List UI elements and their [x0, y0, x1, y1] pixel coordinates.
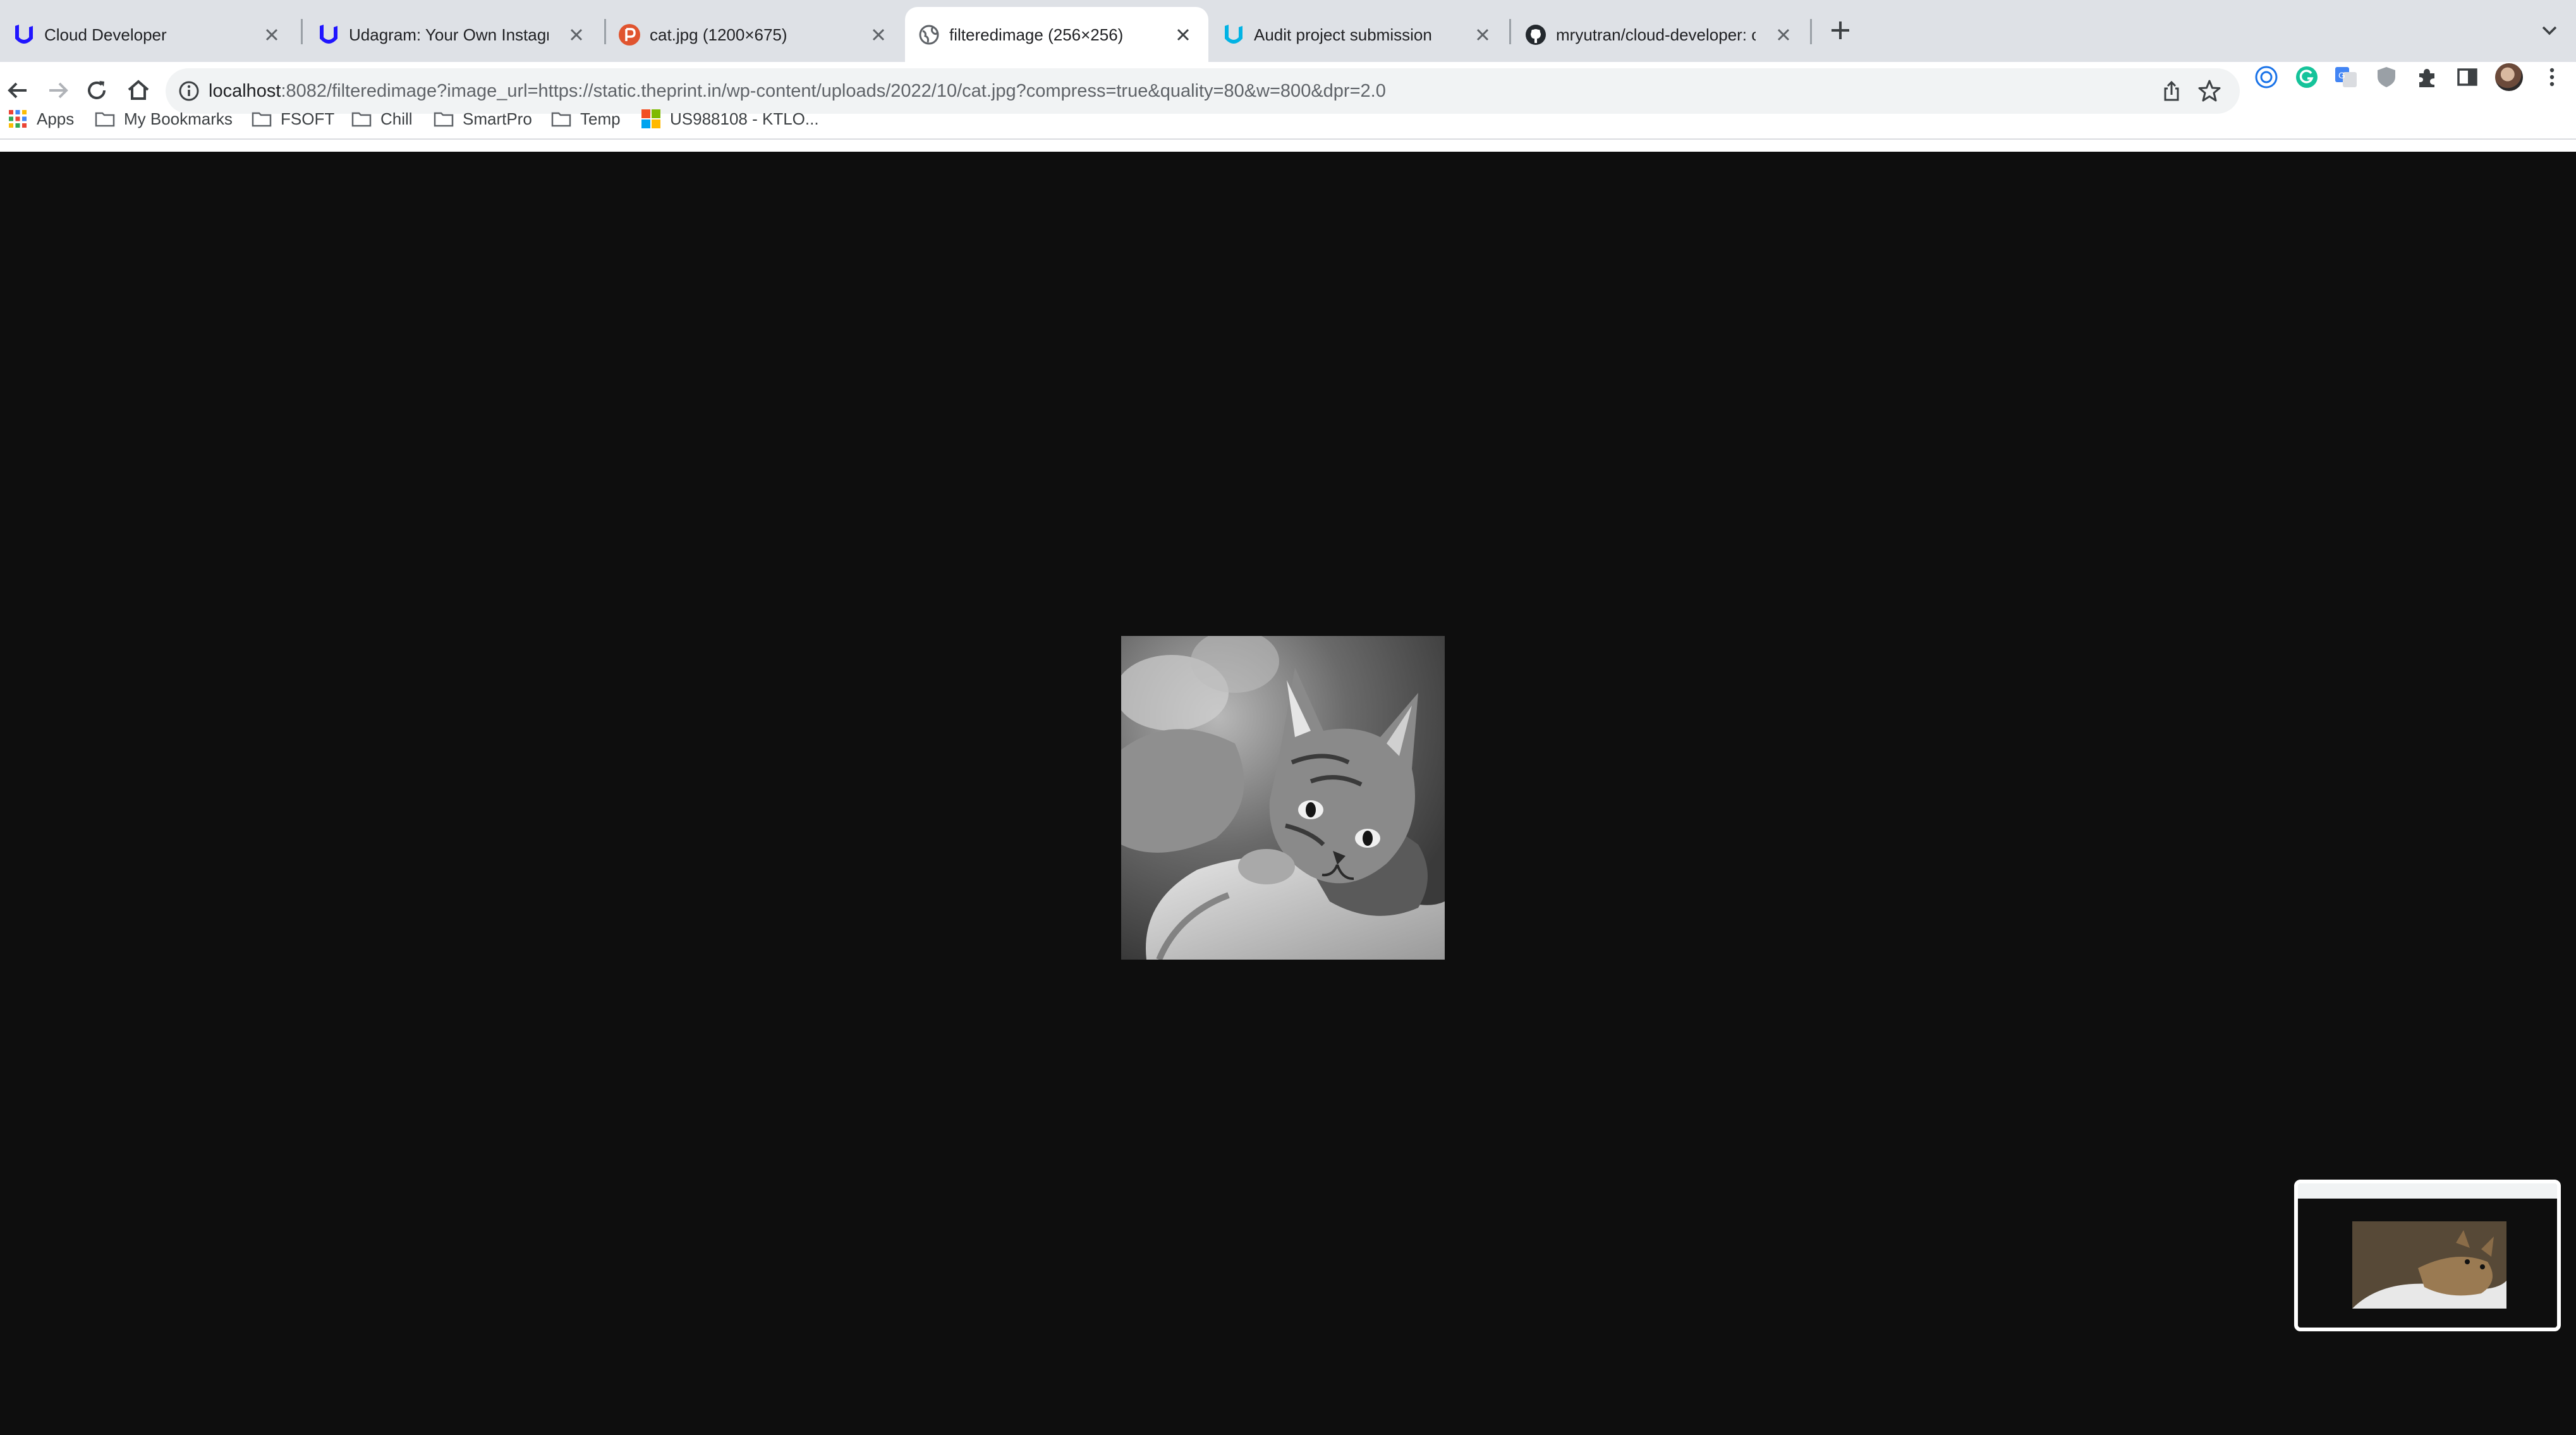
- folder-icon: [252, 109, 272, 129]
- svg-text:G: G: [2338, 70, 2345, 80]
- pip-cat-image: [2352, 1221, 2506, 1309]
- bookmark-label: My Bookmarks: [124, 109, 233, 128]
- bookmark-folder-chill[interactable]: Chill: [351, 106, 413, 131]
- close-icon[interactable]: [1775, 26, 1792, 44]
- theprint-icon: [618, 23, 641, 46]
- tab-filteredimage[interactable]: filteredimage (256×256): [905, 7, 1208, 62]
- microsoft-icon: [641, 109, 661, 129]
- globe-icon: [918, 23, 940, 46]
- bookmark-folder-fsoft[interactable]: FSOFT: [252, 106, 334, 131]
- folder-icon: [434, 109, 454, 129]
- puzzle-extensions-icon[interactable]: [2414, 64, 2439, 90]
- tab-title: Udagram: Your Own Instagram: [349, 25, 549, 44]
- bookmarks-bar: Apps My Bookmarks FSOFT Chill SmartPro T…: [0, 95, 2576, 139]
- close-icon[interactable]: [263, 26, 281, 44]
- bookmark-folder-smartpro[interactable]: SmartPro: [434, 106, 532, 131]
- tab-title: cat.jpg (1200×675): [650, 25, 787, 44]
- bookmark-us988108[interactable]: US988108 - KTLO...: [641, 106, 819, 131]
- tab-cloud-developer[interactable]: Cloud Developer: [0, 7, 297, 62]
- bookmark-label: US988108 - KTLO...: [670, 109, 819, 128]
- grammarly-icon[interactable]: [2294, 64, 2319, 90]
- pip-page-content: [2298, 1199, 2557, 1328]
- tab-github-repo[interactable]: mryutran/cloud-developer: cou: [1512, 7, 1809, 62]
- bookmark-apps[interactable]: Apps: [8, 106, 74, 131]
- bookmark-label: Chill: [380, 109, 413, 128]
- picture-in-picture-preview[interactable]: [2294, 1180, 2561, 1331]
- bookmark-folder-my-bookmarks[interactable]: My Bookmarks: [95, 106, 233, 131]
- apps-grid-icon: [8, 109, 28, 129]
- google-translate-icon[interactable]: G: [2333, 64, 2359, 90]
- folder-icon: [95, 109, 115, 129]
- bookmark-label: SmartPro: [463, 109, 532, 128]
- close-icon[interactable]: [568, 26, 585, 44]
- tab-audit-project[interactable]: Audit project submission: [1210, 7, 1508, 62]
- tab-title: Audit project submission: [1254, 25, 1432, 44]
- side-panel-icon[interactable]: [2455, 64, 2480, 90]
- filtered-cat-image[interactable]: [1121, 636, 1445, 960]
- tab-udagram[interactable]: Udagram: Your Own Instagram: [305, 7, 602, 62]
- tab-title: Cloud Developer: [44, 25, 167, 44]
- tab-title: mryutran/cloud-developer: cou: [1556, 25, 1756, 44]
- close-icon[interactable]: [1174, 26, 1192, 44]
- bookmark-label: Temp: [580, 109, 621, 128]
- bookmark-label: FSOFT: [281, 109, 335, 128]
- tab-title: filteredimage (256×256): [949, 25, 1124, 44]
- github-icon: [1524, 23, 1547, 46]
- copilot-extension-icon[interactable]: [2254, 64, 2279, 90]
- tab-strip: Cloud Developer Udagram: Your Own Instag…: [0, 0, 2576, 62]
- more-options-icon[interactable]: [2539, 64, 2565, 90]
- toolbar-divider: [0, 138, 2576, 140]
- tab-separator: [301, 19, 303, 44]
- close-icon[interactable]: [870, 26, 887, 44]
- close-icon[interactable]: [1474, 26, 1492, 44]
- tab-cat-jpg[interactable]: cat.jpg (1200×675): [605, 7, 904, 62]
- udacity-icon: [317, 23, 340, 46]
- tab-separator: [1810, 19, 1812, 44]
- udacity-icon: [1222, 23, 1245, 46]
- udacity-icon: [13, 23, 35, 46]
- chevron-down-icon[interactable]: [2538, 19, 2561, 42]
- shield-icon[interactable]: [2374, 64, 2399, 90]
- bookmark-label: Apps: [37, 109, 75, 128]
- bookmark-folder-temp[interactable]: Temp: [551, 106, 621, 131]
- profile-avatar[interactable]: [2495, 63, 2523, 91]
- pip-browser-chrome: [2298, 1183, 2557, 1199]
- folder-icon: [351, 109, 372, 129]
- tab-separator: [1509, 19, 1511, 44]
- folder-icon: [551, 109, 571, 129]
- new-tab-plus-icon[interactable]: [1826, 16, 1854, 44]
